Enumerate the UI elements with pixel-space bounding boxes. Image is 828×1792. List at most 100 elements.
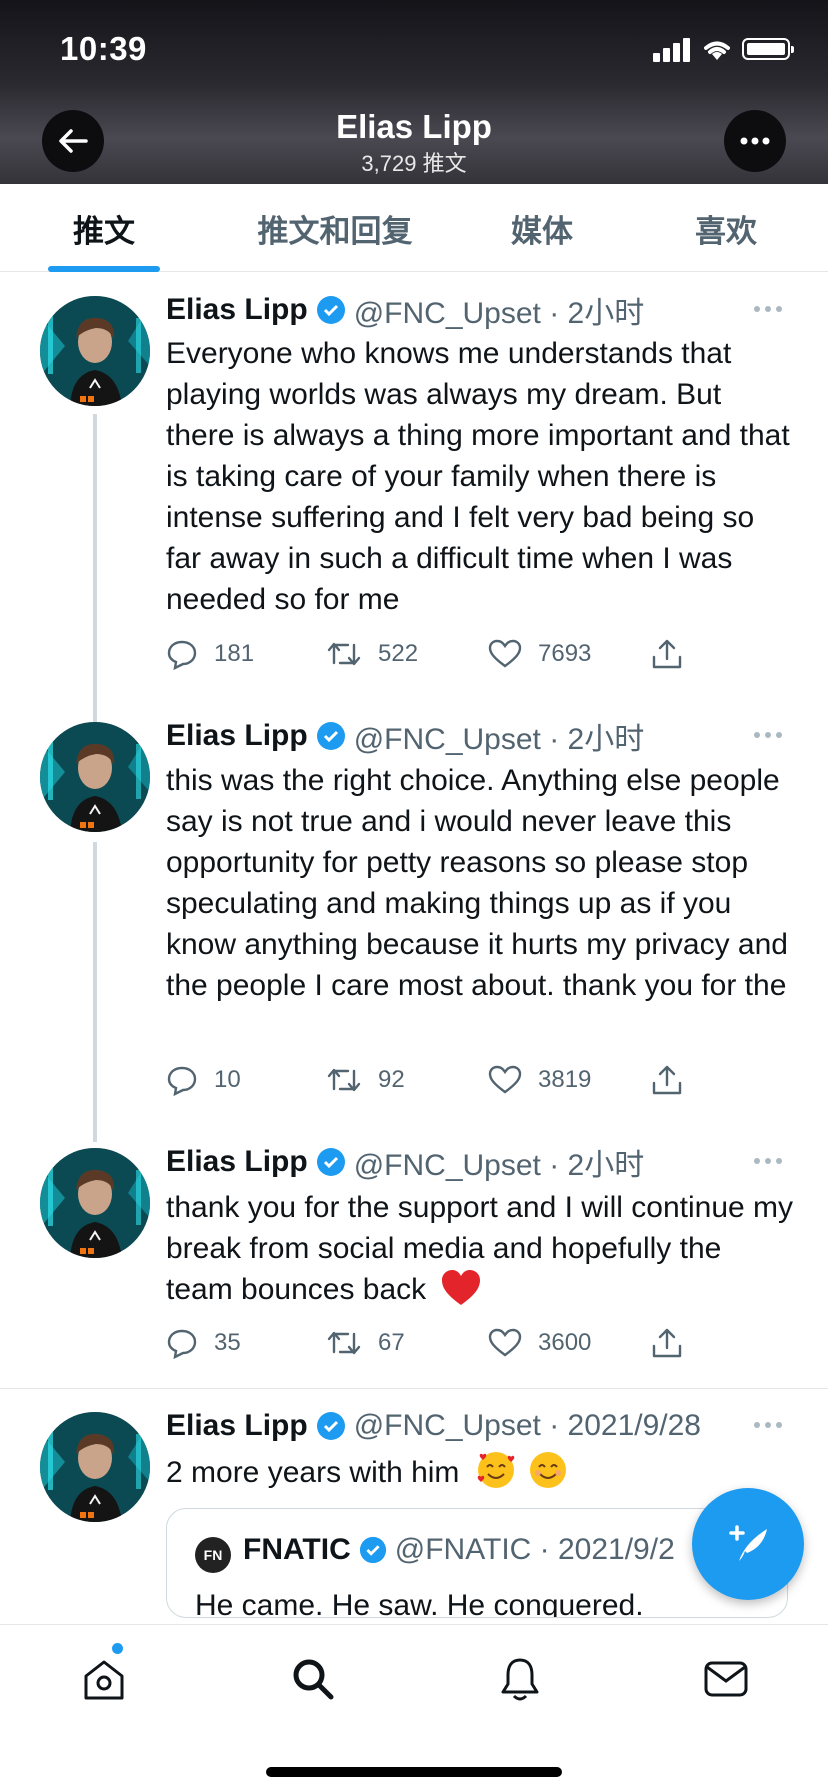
tweet-text: 2 more years with him bbox=[166, 1450, 796, 1493]
nav-messages[interactable] bbox=[696, 1649, 756, 1709]
tweet-divider bbox=[0, 1388, 828, 1389]
nav-search[interactable] bbox=[283, 1649, 343, 1709]
tweet-more-icon[interactable] bbox=[754, 1158, 784, 1168]
heart-icon bbox=[488, 1065, 522, 1094]
verified-badge-icon bbox=[316, 1412, 345, 1440]
avatar[interactable] bbox=[40, 722, 150, 832]
tweet-text: thank you for the support and I will con… bbox=[166, 1187, 796, 1310]
reply-icon bbox=[167, 1329, 197, 1359]
retweet-icon bbox=[327, 642, 361, 666]
author-handle-time: @FNC_Upset · 2小时 bbox=[353, 297, 645, 330]
like-button[interactable]: 7693 bbox=[488, 636, 591, 672]
like-count: 3600 bbox=[538, 1329, 592, 1356]
share-button[interactable] bbox=[650, 1325, 700, 1361]
avatar[interactable] bbox=[40, 296, 150, 406]
verified-badge-icon bbox=[316, 722, 345, 750]
tab-tweets[interactable]: 推文 bbox=[24, 184, 184, 272]
wifi-icon bbox=[704, 41, 730, 60]
reply-count: 35 bbox=[214, 1329, 241, 1356]
tweet-text: Everyone who knows me understands that p… bbox=[166, 337, 790, 616]
tweet-count: 3,729 推文 bbox=[361, 151, 467, 176]
share-button[interactable] bbox=[650, 1062, 700, 1098]
author-handle-time: @FNC_Upset · 2小时 bbox=[353, 1149, 645, 1182]
page-title: Elias Lipp bbox=[336, 108, 492, 145]
retweet-button[interactable]: 92 bbox=[326, 1062, 405, 1098]
avatar[interactable] bbox=[40, 1412, 150, 1522]
thread-line bbox=[93, 414, 97, 724]
reply-count: 181 bbox=[214, 640, 255, 667]
share-icon bbox=[652, 639, 682, 669]
verified-badge-icon bbox=[359, 1536, 386, 1564]
like-button[interactable]: 3819 bbox=[488, 1062, 591, 1098]
tweet-actions: 35 67 3600 bbox=[166, 1325, 726, 1361]
author-name[interactable]: Elias Lipp bbox=[166, 1145, 308, 1179]
reply-icon bbox=[167, 1066, 197, 1096]
tab-active-indicator bbox=[48, 266, 160, 272]
author-name[interactable]: Elias Lipp bbox=[166, 1409, 308, 1443]
verified-badge-icon bbox=[316, 1148, 345, 1176]
reply-button[interactable]: 10 bbox=[166, 1062, 241, 1098]
status-time: 10:39 bbox=[60, 30, 147, 67]
quoted-tweet-text: He came. He saw. He conquered. bbox=[195, 1589, 644, 1618]
retweet-count: 92 bbox=[378, 1066, 405, 1093]
quoted-handle-time: @FNATIC · 2021/9/2 bbox=[394, 1533, 675, 1566]
tweet-more-icon[interactable] bbox=[754, 732, 784, 742]
nav-home[interactable] bbox=[74, 1649, 134, 1709]
author-name[interactable]: Elias Lipp bbox=[166, 293, 308, 327]
profile-tabs: 推文 推文和回复 媒体 喜欢 bbox=[0, 184, 828, 272]
author-handle-time: @FNC_Upset · 2小时 bbox=[353, 723, 645, 756]
author-name[interactable]: Elias Lipp bbox=[166, 719, 308, 753]
reply-count: 10 bbox=[214, 1066, 241, 1093]
tweet-actions: 10 92 3819 bbox=[166, 1062, 726, 1098]
more-options-button[interactable] bbox=[724, 110, 786, 172]
envelope-icon bbox=[704, 1661, 748, 1697]
like-button[interactable]: 3600 bbox=[488, 1325, 591, 1361]
compose-tweet-button[interactable] bbox=[692, 1488, 804, 1600]
heart-icon bbox=[488, 1328, 522, 1357]
tab-tweets-and-replies[interactable]: 推文和回复 bbox=[230, 184, 440, 272]
reply-button[interactable]: 35 bbox=[166, 1325, 241, 1361]
new-tweets-dot bbox=[112, 1643, 123, 1654]
quoted-tweet-header: FNATIC @FNATIC · 2021/9/2 bbox=[243, 1533, 675, 1567]
cellular-signal-icon bbox=[653, 36, 691, 62]
tweet-header: Elias Lipp @FNC_Upset · 2小时 bbox=[166, 290, 644, 330]
profile-header: 10:39 Elias Lipp 3,729 推文 bbox=[0, 0, 828, 184]
heart-icon bbox=[488, 639, 522, 668]
tweet-header: Elias Lipp @FNC_Upset · 2021/9/28 bbox=[166, 1406, 701, 1446]
tweet-actions: 181 522 7693 bbox=[166, 636, 726, 672]
smiling-face-with-hearts-emoji-icon bbox=[477, 1452, 515, 1488]
reply-icon bbox=[167, 640, 197, 670]
share-icon bbox=[652, 1328, 682, 1358]
tweet-more-icon[interactable] bbox=[754, 1422, 784, 1432]
tweet-text-content: 2 more years with him bbox=[166, 1456, 460, 1489]
bell-icon bbox=[501, 1658, 539, 1701]
feather-plus-icon bbox=[729, 1525, 767, 1561]
red-heart-emoji-icon bbox=[441, 1270, 480, 1305]
smiling-face-emoji-icon bbox=[530, 1452, 567, 1488]
reply-button[interactable]: 181 bbox=[166, 636, 254, 672]
tab-media[interactable]: 媒体 bbox=[482, 184, 602, 272]
tweet-header: Elias Lipp @FNC_Upset · 2小时 bbox=[166, 1142, 644, 1182]
search-icon bbox=[293, 1659, 334, 1700]
tweet-more-icon[interactable] bbox=[754, 306, 784, 316]
fnatic-logo-icon: FN bbox=[195, 1537, 231, 1573]
home-icon bbox=[84, 1660, 124, 1700]
battery-icon bbox=[742, 38, 794, 60]
share-icon bbox=[652, 1065, 682, 1095]
bottom-navigation bbox=[0, 1624, 828, 1792]
share-button[interactable] bbox=[650, 636, 700, 672]
retweet-count: 522 bbox=[378, 640, 419, 667]
retweet-button[interactable]: 67 bbox=[326, 1325, 405, 1361]
retweet-icon bbox=[327, 1331, 361, 1355]
retweet-icon bbox=[327, 1068, 361, 1092]
ellipsis-icon bbox=[740, 137, 770, 145]
home-indicator bbox=[266, 1767, 562, 1777]
avatar[interactable] bbox=[40, 1148, 150, 1258]
author-handle-time: @FNC_Upset · 2021/9/28 bbox=[353, 1409, 701, 1442]
retweet-button[interactable]: 522 bbox=[326, 636, 418, 672]
retweet-count: 67 bbox=[378, 1329, 405, 1356]
like-count: 3819 bbox=[538, 1066, 592, 1093]
verified-badge-icon bbox=[316, 296, 345, 324]
nav-notifications[interactable] bbox=[490, 1649, 550, 1709]
tab-likes[interactable]: 喜欢 bbox=[666, 184, 786, 272]
